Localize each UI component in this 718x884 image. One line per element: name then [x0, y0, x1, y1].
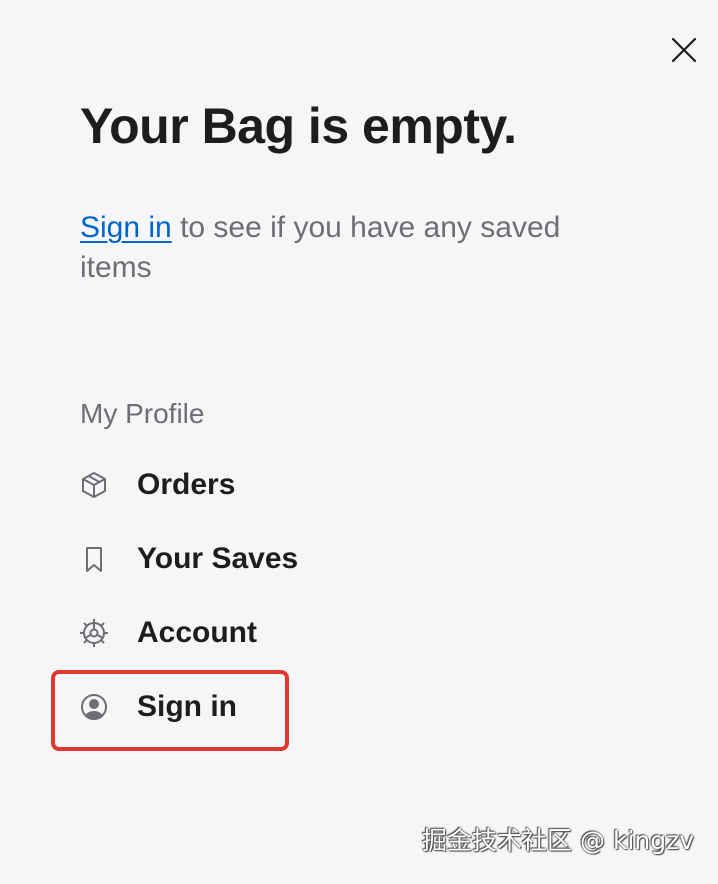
bookmark-icon	[78, 543, 110, 575]
highlight-box	[51, 670, 289, 751]
profile-heading: My Profile	[80, 398, 205, 429]
box-icon	[78, 469, 110, 501]
menu-item-label: Account	[137, 616, 257, 649]
signin-message: Sign in to see if you have any saved ite…	[80, 208, 640, 288]
page-title: Your Bag is empty.	[80, 98, 517, 154]
menu-item-label: Your Saves	[137, 542, 299, 575]
menu-item-orders[interactable]: Orders	[78, 459, 378, 511]
close-button[interactable]	[664, 30, 704, 70]
bag-panel: Your Bag is empty. Sign in to see if you…	[0, 0, 718, 884]
gear-icon	[78, 617, 110, 649]
signin-link[interactable]: Sign in	[80, 211, 172, 244]
menu-item-label: Orders	[137, 468, 236, 501]
watermark: 掘金技术社区 @ kingzv	[422, 826, 694, 855]
menu-item-account[interactable]: Account	[78, 607, 378, 659]
close-icon	[671, 37, 697, 63]
menu-item-your-saves[interactable]: Your Saves	[78, 533, 378, 585]
